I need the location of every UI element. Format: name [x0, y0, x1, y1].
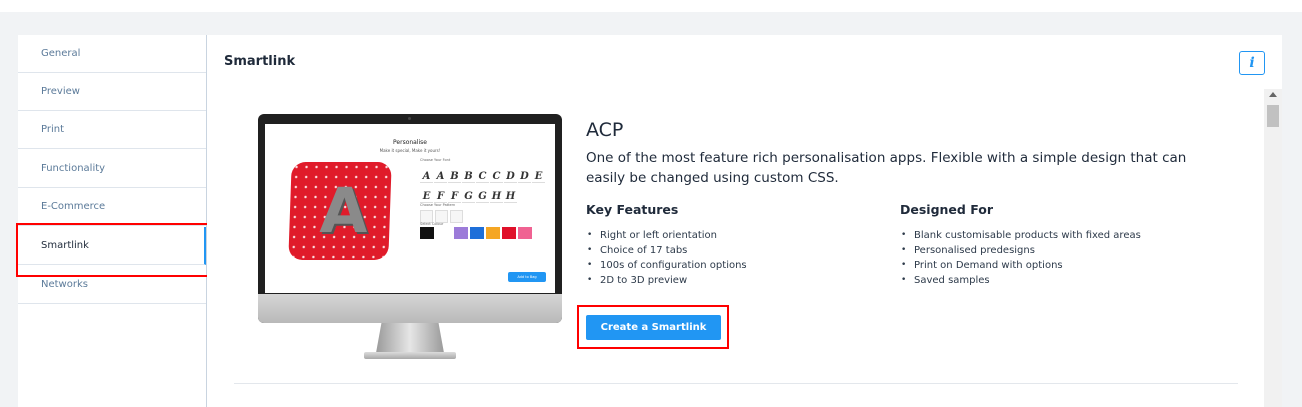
colour-swatch — [486, 227, 500, 239]
scrollbar-thumb[interactable] — [1267, 105, 1279, 127]
key-features-heading: Key Features — [586, 202, 679, 217]
colour-swatch — [518, 227, 532, 239]
sidebar-item-general[interactable]: General — [18, 35, 206, 73]
font-glyph: C — [476, 171, 489, 183]
list-item: Personalised predesigns — [900, 243, 1141, 258]
colour-swatch — [470, 227, 484, 239]
pillow-image: A — [288, 162, 392, 260]
scroll-up-arrow-icon[interactable] — [1269, 92, 1277, 97]
font-glyph: B — [448, 171, 461, 183]
colour-swatch — [454, 227, 468, 239]
font-glyph: G — [476, 191, 489, 203]
font-glyph-grid: A A B B C C D D EE F F G G H H — [420, 164, 548, 204]
font-glyph: F — [434, 191, 447, 203]
product-title: ACP — [586, 119, 624, 141]
list-item: Print on Demand with options — [900, 258, 1141, 273]
info-icon[interactable]: i — [1239, 51, 1265, 75]
font-glyph: F — [448, 191, 461, 203]
top-bar — [0, 0, 1302, 12]
list-item: Choice of 17 tabs — [586, 243, 747, 258]
list-item: 100s of configuration options — [586, 258, 747, 273]
monitor-chin — [258, 294, 562, 323]
key-features-list: Right or left orientation Choice of 17 t… — [586, 228, 747, 288]
highlight-box-smartlink-tab — [16, 223, 210, 277]
font-glyph: E — [532, 171, 545, 183]
font-glyph: H — [504, 191, 517, 203]
sidebar-item-functionality[interactable]: Functionality — [18, 150, 206, 188]
font-glyph: E — [420, 191, 433, 203]
font-glyph: B — [462, 171, 475, 183]
font-label: Choose Your Font — [420, 158, 451, 162]
page-title: Smartlink — [224, 54, 296, 69]
font-glyph: A — [434, 171, 447, 183]
sidebar-item-print[interactable]: Print — [18, 111, 206, 149]
designed-for-list: Blank customisable products with fixed a… — [900, 228, 1141, 288]
settings-sidebar: General Preview Print Functionality E-Co… — [18, 35, 207, 407]
sidebar-item-ecommerce[interactable]: E-Commerce — [18, 188, 206, 226]
font-glyph: H — [490, 191, 503, 203]
preview-title: Personalise — [393, 139, 427, 146]
highlight-box-create-smartlink — [577, 305, 729, 349]
font-glyph: C — [490, 171, 503, 183]
preview-subtitle: Make it special, Make it yours! — [379, 148, 441, 153]
monitor-base — [364, 352, 456, 359]
list-item: 2D to 3D preview — [586, 273, 747, 288]
sidebar-item-preview[interactable]: Preview — [18, 73, 206, 111]
list-item: Saved samples — [900, 273, 1141, 288]
font-glyph: D — [518, 171, 531, 183]
font-glyph: A — [420, 171, 433, 183]
designed-for-heading: Designed For — [900, 202, 993, 217]
scrollbar[interactable] — [1264, 89, 1282, 407]
camera-dot — [408, 117, 411, 120]
font-glyph: G — [462, 191, 475, 203]
pattern-option — [450, 210, 463, 223]
pattern-label: Choose Your Pattern — [420, 203, 456, 207]
monitor-bezel: Personalise Make it special, Make it you… — [258, 114, 562, 323]
monitor-preview-image: Personalise Make it special, Make it you… — [258, 114, 562, 360]
monitor-stand — [376, 323, 444, 353]
add-to-bag-button: Add to Bag — [508, 272, 546, 282]
monitor-screen: Personalise Make it special, Make it you… — [265, 124, 555, 293]
list-item: Right or left orientation — [586, 228, 747, 243]
list-item: Blank customisable products with fixed a… — [900, 228, 1141, 243]
section-divider — [234, 383, 1238, 384]
product-description: One of the most feature rich personalisa… — [586, 150, 1187, 186]
font-glyph: D — [504, 171, 517, 183]
colour-swatch — [420, 227, 434, 239]
colour-swatch — [502, 227, 516, 239]
colour-label: Select Colour — [420, 222, 444, 226]
pillow-letter: A — [318, 174, 370, 247]
main-panel: Smartlink i Personalise Make it special,… — [207, 35, 1282, 407]
